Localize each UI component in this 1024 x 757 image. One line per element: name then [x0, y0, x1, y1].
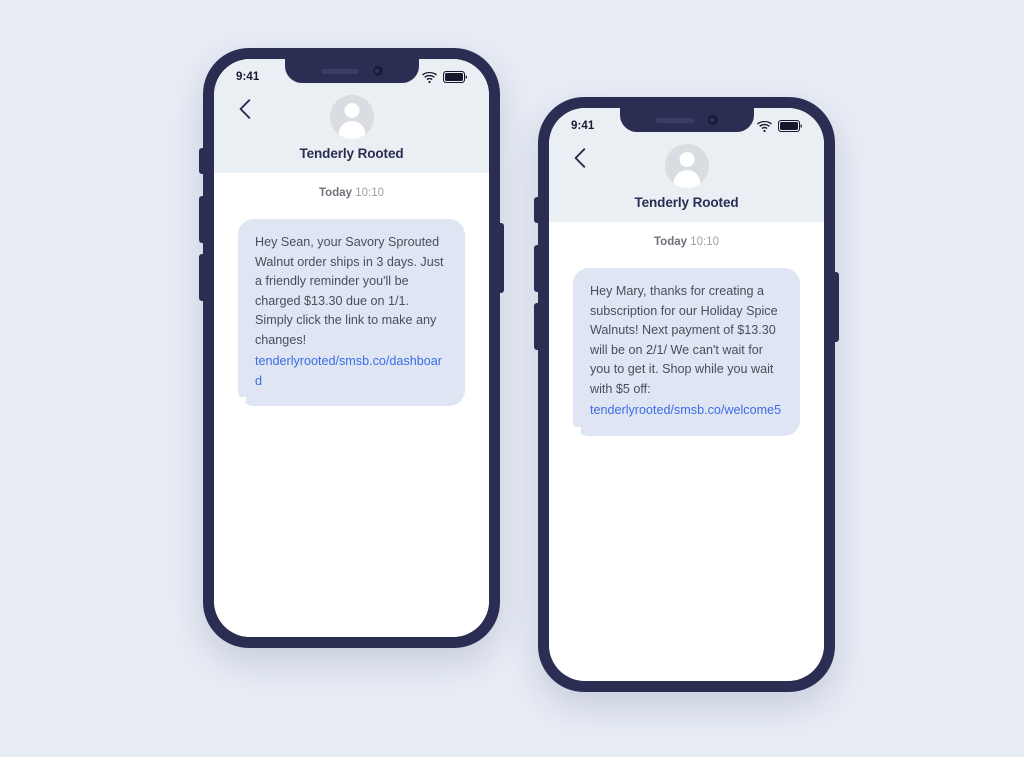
phone-two-conversation: Today 10:10 Hey Mary, thanks for creatin…	[549, 222, 824, 681]
phone-two-volume-down-button[interactable]	[534, 303, 539, 350]
avatar-head-shape	[679, 152, 694, 167]
chevron-left-icon	[574, 148, 586, 168]
wifi-icon	[757, 120, 772, 132]
phone-one-notch	[284, 59, 419, 83]
back-button[interactable]	[569, 146, 591, 170]
status-time: 9:41	[236, 71, 260, 83]
person-avatar-icon	[329, 95, 374, 139]
contact-name: Tenderly Rooted	[634, 195, 739, 210]
chevron-left-icon	[239, 99, 251, 119]
phone-two-notch	[619, 108, 754, 132]
phone-two-power-button[interactable]	[834, 272, 839, 342]
phone-two-navbar: Tenderly Rooted	[549, 138, 824, 222]
day-label: Today	[319, 187, 353, 199]
status-icons	[757, 120, 802, 132]
phone-mockup-one: 9:41 Tenderly Rooted Today 10:10 Hey Sea…	[199, 48, 504, 648]
phone-one-conversation: Today 10:10 Hey Sean, your Savory Sprout…	[214, 173, 489, 637]
phone-two-volume-up-button[interactable]	[534, 245, 539, 292]
message-bubble[interactable]: Hey Mary, thanks for creating a subscrip…	[567, 268, 800, 443]
message-link[interactable]: tenderlyrooted/smsb.co/dashboard	[255, 352, 448, 391]
phone-mockup-two: 9:41 Tenderly Rooted Today 10:10 Hey Mar…	[534, 97, 839, 692]
phone-one-screen: 9:41 Tenderly Rooted Today 10:10 Hey Sea…	[214, 59, 489, 637]
message-text: Hey Mary, thanks for creating a subscrip…	[590, 284, 778, 396]
avatar-head-shape	[344, 103, 359, 118]
wifi-icon	[422, 71, 437, 83]
phone-one-navbar: Tenderly Rooted	[214, 89, 489, 173]
status-time: 9:41	[571, 120, 595, 132]
avatar-body-shape	[673, 170, 700, 188]
time-label: 10:10	[690, 236, 719, 248]
person-avatar-icon	[664, 144, 709, 188]
battery-full-icon	[778, 120, 802, 132]
battery-full-icon	[443, 71, 467, 83]
message-text: Hey Sean, your Savory Sprouted Walnut or…	[255, 235, 444, 347]
phone-one-volume-down-button[interactable]	[199, 254, 204, 301]
front-camera-icon	[372, 66, 383, 76]
day-timestamp: Today 10:10	[214, 187, 489, 199]
phone-two-mute-switch[interactable]	[534, 197, 539, 223]
status-icons	[422, 71, 467, 83]
message-row: Hey Mary, thanks for creating a subscrip…	[549, 268, 824, 443]
message-link[interactable]: tenderlyrooted/smsb.co/welcome5	[590, 401, 783, 421]
phone-one-volume-up-button[interactable]	[199, 196, 204, 243]
day-label: Today	[654, 236, 688, 248]
phone-one-power-button[interactable]	[499, 223, 504, 293]
front-camera-icon	[707, 115, 718, 125]
phone-one-mute-switch[interactable]	[199, 148, 204, 174]
time-label: 10:10	[355, 187, 384, 199]
message-bubble[interactable]: Hey Sean, your Savory Sprouted Walnut or…	[232, 219, 465, 414]
earpiece-speaker-icon	[320, 68, 359, 74]
back-button[interactable]	[234, 97, 256, 121]
avatar-body-shape	[338, 121, 365, 139]
contact-name: Tenderly Rooted	[299, 146, 404, 161]
phone-two-screen: 9:41 Tenderly Rooted Today 10:10 Hey Mar…	[549, 108, 824, 681]
message-row: Hey Sean, your Savory Sprouted Walnut or…	[214, 219, 489, 414]
day-timestamp: Today 10:10	[549, 236, 824, 248]
earpiece-speaker-icon	[655, 117, 694, 123]
